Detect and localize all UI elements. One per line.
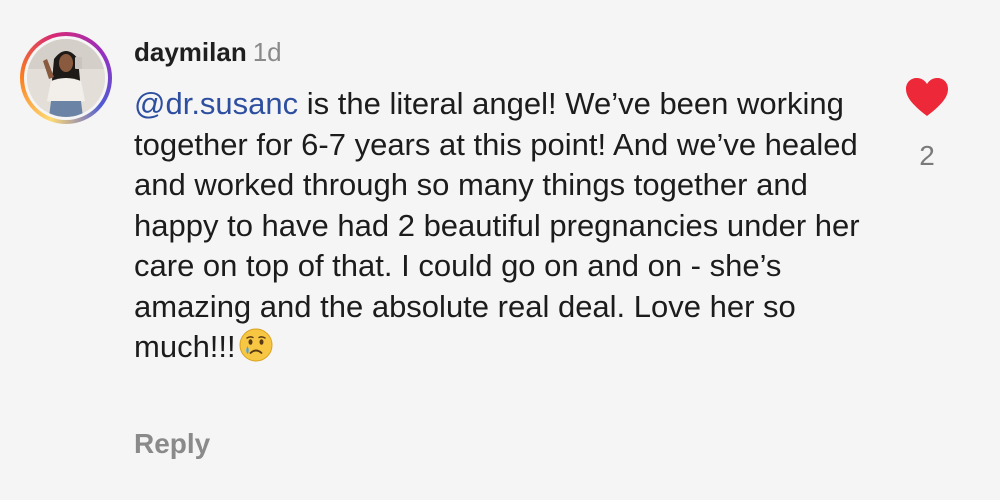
heart-like-icon[interactable] [904, 76, 950, 118]
avatar-story-ring[interactable] [20, 32, 112, 124]
avatar[interactable] [27, 39, 105, 117]
like-count[interactable]: 2 [904, 140, 950, 172]
crying-face-emoji-icon [238, 327, 274, 363]
mention-link[interactable]: @dr.susanc [134, 86, 298, 121]
avatar-photo [27, 39, 105, 117]
avatar-ring-gap [24, 36, 108, 120]
comment-body: is the literal angel! We’ve been working… [134, 86, 860, 364]
comment-header: daymilan 1d [134, 36, 282, 68]
comment-text: @dr.susanc is the literal angel! We’ve b… [134, 84, 874, 368]
comment: daymilan 1d @dr.susanc is the literal ang… [0, 0, 1000, 500]
username-link[interactable]: daymilan [134, 37, 247, 67]
comment-timestamp[interactable]: 1d [253, 37, 282, 67]
reply-button[interactable]: Reply [134, 428, 210, 460]
